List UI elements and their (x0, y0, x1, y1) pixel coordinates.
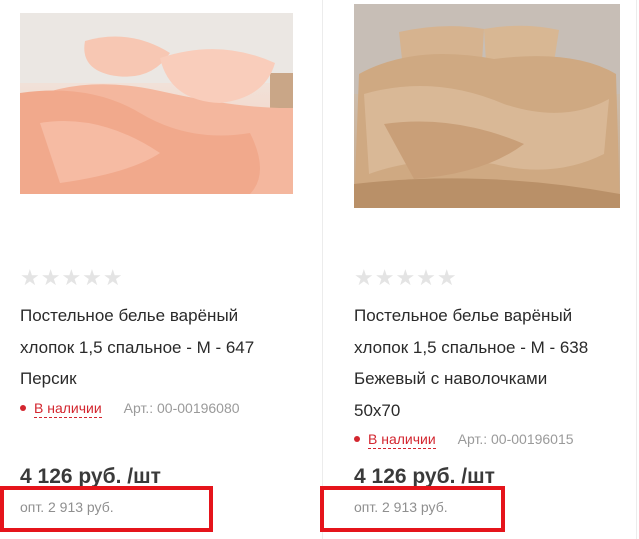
product-card[interactable]: ★★★★★ Постельное белье варёный хлопок 1,… (334, 0, 634, 539)
product-title-line: хлопок 1,5 спальное - М - 638 (354, 337, 589, 357)
highlight-box-wholesale-2 (320, 486, 505, 532)
product-title-line: Постельное белье варёный (20, 306, 239, 325)
product-title-line: 50х70 (354, 400, 401, 420)
sku-label: Арт.: 00-00196080 (123, 400, 240, 416)
product-title-line: Персик (20, 369, 77, 388)
product-image[interactable] (20, 13, 293, 194)
stock-dot-icon (354, 436, 360, 443)
product-title[interactable]: Постельное белье варёный хлопок 1,5 спал… (354, 300, 639, 426)
product-card[interactable]: ★★★★★ Постельное белье варёный хлопок 1,… (0, 0, 300, 539)
stock-status[interactable]: В наличии (368, 431, 436, 449)
rating-stars: ★★★★★ (354, 266, 458, 291)
product-title[interactable]: Постельное белье варёный хлопок 1,5 спал… (20, 300, 305, 395)
stock-row: В наличии Арт.: 00-00196080 (20, 398, 310, 418)
product-image[interactable] (354, 4, 620, 208)
stock-dot-icon (20, 405, 26, 412)
rating-stars: ★★★★★ (20, 266, 124, 291)
card-divider (322, 0, 323, 539)
stock-row: В наличии Арт.: 00-00196015 (354, 429, 639, 449)
stock-status[interactable]: В наличии (34, 400, 102, 418)
product-title-line: Постельное белье варёный (354, 306, 573, 325)
sku-label: Арт.: 00-00196015 (457, 431, 574, 447)
product-title-line: хлопок 1,5 спальное - М - 647 (20, 337, 255, 357)
card-divider-right (636, 0, 637, 539)
highlight-box-wholesale-1 (0, 486, 213, 532)
product-title-line: Бежевый с наволочками (354, 369, 548, 388)
